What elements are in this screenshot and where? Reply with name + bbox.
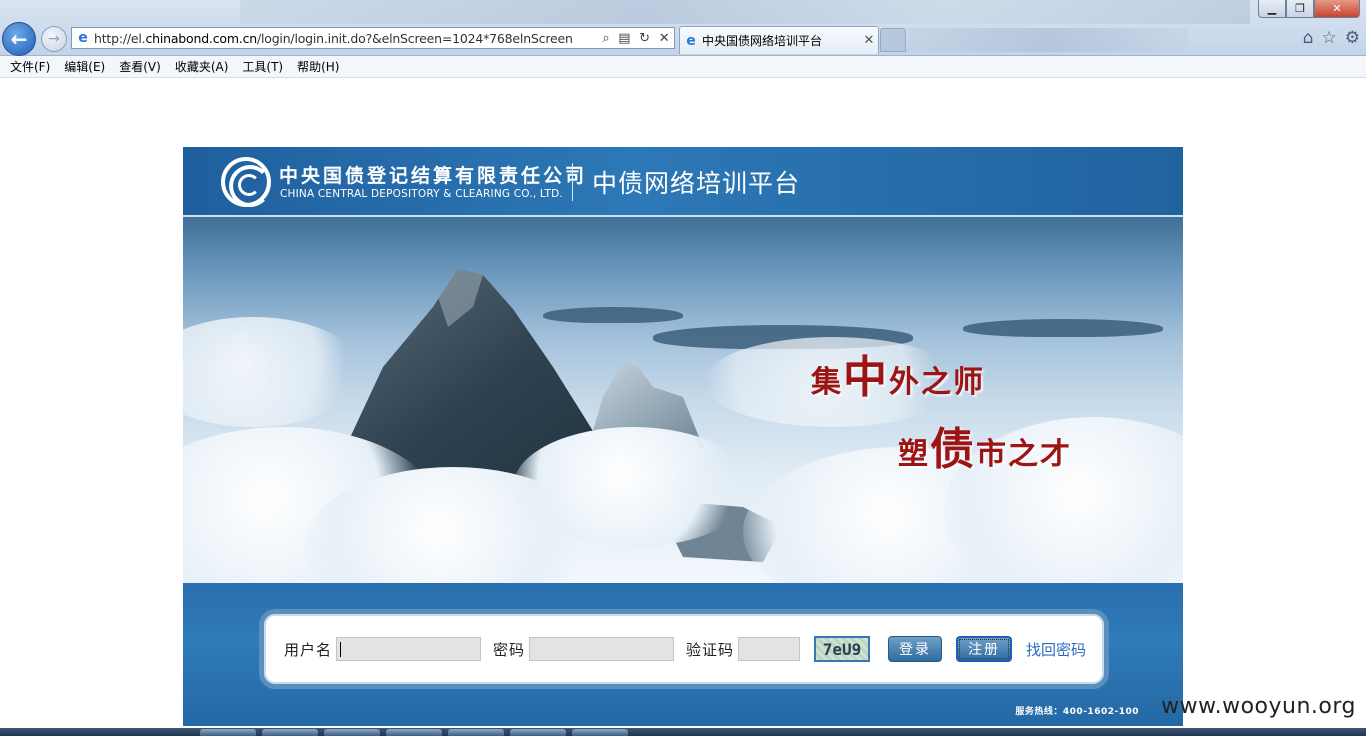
taskbar-item[interactable] xyxy=(510,729,566,736)
menu-help[interactable]: 帮助(H) xyxy=(291,58,345,75)
inactive-tabs xyxy=(908,28,1188,52)
refresh-icon[interactable]: ↻ xyxy=(639,31,650,46)
search-icon[interactable]: ⌕ xyxy=(602,31,609,46)
company-name-cn: 中央国债登记结算有限责任公司 xyxy=(279,165,588,187)
password-label: 密码 xyxy=(493,640,526,659)
menu-tools[interactable]: 工具(T) xyxy=(236,58,289,75)
menu-edit[interactable]: 编辑(E) xyxy=(58,58,111,75)
login-button[interactable]: 登录 xyxy=(888,636,943,662)
menu-bar: 文件(F) 编辑(E) 查看(V) 收藏夹(A) 工具(T) 帮助(H) xyxy=(0,56,1366,78)
new-tab-button[interactable] xyxy=(880,28,906,52)
company-logo xyxy=(221,157,271,207)
back-button[interactable]: ← xyxy=(2,22,36,56)
forgot-password-link[interactable]: 找回密码 xyxy=(1026,639,1086,660)
arrow-right-icon: → xyxy=(48,31,60,47)
taskbar-item[interactable] xyxy=(386,729,442,736)
forward-button[interactable]: → xyxy=(41,26,67,52)
tab-active[interactable]: e 中央国债网络培训平台 ✕ xyxy=(679,26,879,54)
service-hotline: 服务热线：400-1602-100 xyxy=(1015,707,1139,717)
taskbar-item[interactable] xyxy=(262,729,318,736)
menu-file[interactable]: 文件(F) xyxy=(4,58,56,75)
url-prefix: http://el. xyxy=(94,30,146,46)
gear-icon[interactable]: ⚙ xyxy=(1345,28,1360,48)
titlebar xyxy=(240,0,1250,24)
minimize-button[interactable]: ▁ xyxy=(1258,0,1286,18)
site-header: 中央国债登记结算有限责任公司 CHINA CENTRAL DEPOSITORY … xyxy=(183,147,1183,215)
taskbar-item[interactable] xyxy=(448,729,504,736)
training-platform-page: 中央国债登记结算有限责任公司 CHINA CENTRAL DEPOSITORY … xyxy=(183,147,1183,726)
menu-view[interactable]: 查看(V) xyxy=(113,58,167,75)
maximize-button[interactable]: ❐ xyxy=(1286,0,1314,18)
username-input[interactable] xyxy=(336,637,482,661)
favorites-star-icon[interactable]: ☆ xyxy=(1322,28,1337,48)
cloud xyxy=(513,427,753,547)
captcha-image[interactable]: 7eU9 xyxy=(814,636,871,662)
captcha-label: 验证码 xyxy=(686,640,735,659)
captcha-input[interactable] xyxy=(738,637,801,661)
slogan-text: 市之才 xyxy=(976,437,1072,472)
address-url[interactable]: http://el.chinabond.com.cn/login/login.i… xyxy=(94,31,598,46)
browser-chrome: ▁ ❐ ✕ ← → e http://el.chinabond.com.cn/l… xyxy=(0,0,1366,56)
slogan-line-1: 集中外之师 xyxy=(811,341,985,405)
taskbar-item[interactable] xyxy=(200,729,256,736)
header-divider xyxy=(572,163,573,201)
register-button[interactable]: 注册 xyxy=(956,636,1013,662)
compatibility-icon[interactable]: ▤ xyxy=(618,31,630,46)
ie-page-icon: e xyxy=(78,30,88,46)
arrow-left-icon: ← xyxy=(10,27,28,51)
url-domain: chinabond.com.cn xyxy=(145,30,257,46)
home-icon[interactable]: ⌂ xyxy=(1303,28,1314,48)
ie-tab-icon: e xyxy=(686,32,696,49)
slogan-char-emphasis: 债 xyxy=(930,424,976,475)
watermark: www.wooyun.org xyxy=(1161,694,1356,719)
slogan-line-2: 塑债市之才 xyxy=(898,413,1072,477)
address-controls: ⌕ ▤ ↻ ✕ xyxy=(598,31,674,46)
login-area: 用户名 密码 验证码 7eU9 登录 注册 找回密码 服务热线：400-1602… xyxy=(183,583,1183,726)
platform-title: 中债网络培训平台 xyxy=(592,169,801,198)
browser-toolbar-icons: ⌂ ☆ ⚙ xyxy=(1303,28,1360,48)
tab-title: 中央国债网络培训平台 xyxy=(702,34,823,48)
password-input[interactable] xyxy=(529,637,675,661)
username-label: 用户名 xyxy=(284,640,333,659)
slogan-char: 塑 xyxy=(898,437,930,472)
slogan-char-emphasis: 中 xyxy=(843,352,889,403)
tab-close-icon[interactable]: ✕ xyxy=(860,33,878,48)
hero-banner: 集中外之师 塑债市之才 xyxy=(183,215,1183,583)
company-name-en: CHINA CENTRAL DEPOSITORY & CLEARING CO.,… xyxy=(280,188,563,200)
login-form: 用户名 密码 验证码 7eU9 登录 注册 找回密码 xyxy=(259,609,1109,689)
stop-icon[interactable]: ✕ xyxy=(659,31,670,46)
address-bar[interactable]: e http://el.chinabond.com.cn/login/login… xyxy=(71,27,675,49)
slogan-text: 外之师 xyxy=(889,365,985,400)
close-window-button[interactable]: ✕ xyxy=(1314,0,1360,18)
taskbar-item[interactable] xyxy=(324,729,380,736)
window-controls: ▁ ❐ ✕ xyxy=(1258,0,1360,18)
slogan-char: 集 xyxy=(811,365,843,400)
url-rest: /login/login.init.do?&elnScreen=1024*768… xyxy=(256,30,573,46)
menu-favorites[interactable]: 收藏夹(A) xyxy=(169,58,235,75)
taskbar-item[interactable] xyxy=(572,729,628,736)
